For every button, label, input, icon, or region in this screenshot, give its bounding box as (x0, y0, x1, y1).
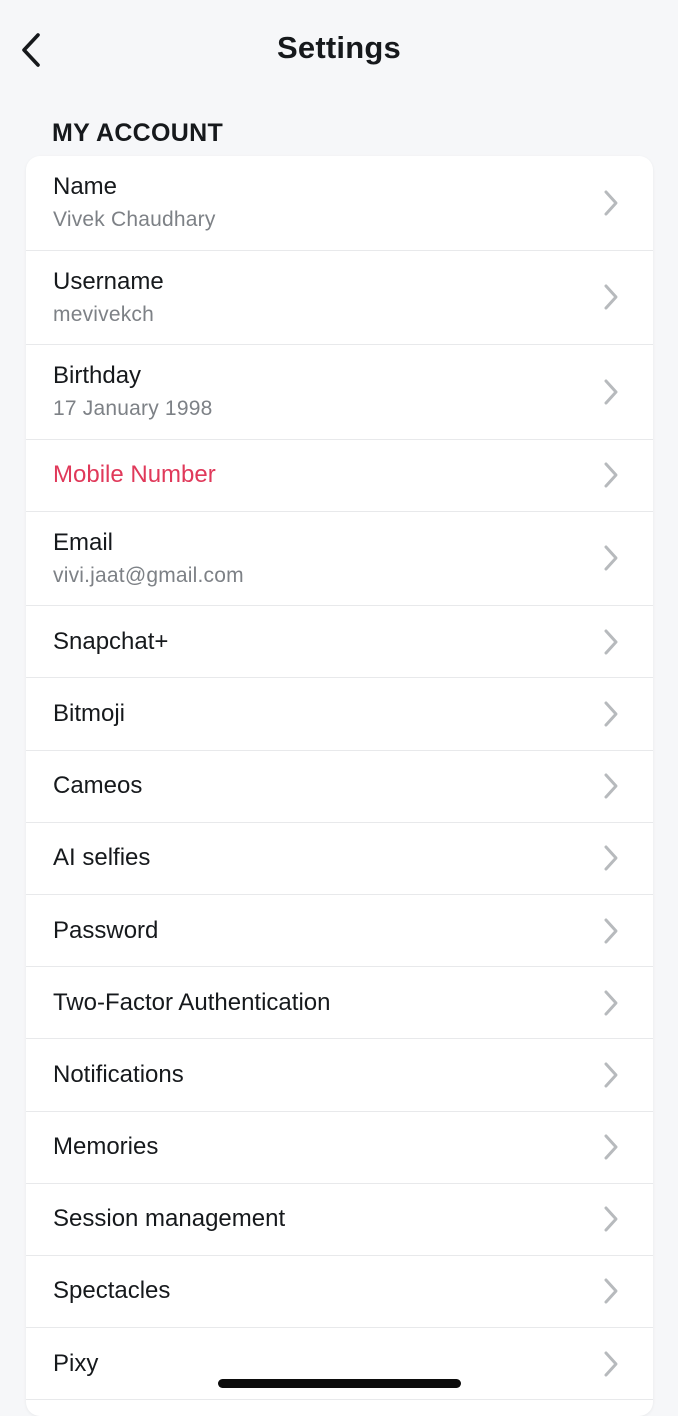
row-value: vivi.jaat@gmail.com (53, 563, 244, 587)
chevron-right-icon (604, 1062, 618, 1088)
header: Settings (0, 0, 678, 100)
chevron-right-icon (604, 629, 618, 655)
row-snapchat-plus[interactable]: Snapchat+ (26, 606, 653, 679)
row-label: Two-Factor Authentication (53, 988, 331, 1016)
row-spectacles[interactable]: Spectacles (26, 1256, 653, 1329)
chevron-right-icon (604, 1278, 618, 1304)
chevron-right-icon (604, 1206, 618, 1232)
row-two-factor-authentication[interactable]: Two-Factor Authentication (26, 967, 653, 1040)
chevron-right-icon (604, 379, 618, 405)
row-session-management[interactable]: Session management (26, 1184, 653, 1256)
chevron-right-icon (604, 701, 618, 727)
row-label: Spectacles (53, 1277, 171, 1305)
row-label: Name (53, 173, 118, 200)
row-label: Session management (53, 1205, 286, 1233)
chevron-right-icon (604, 1351, 618, 1377)
row-value: 17 January 1998 (53, 397, 213, 420)
chevron-right-icon (604, 990, 618, 1016)
row-label: Password (53, 916, 159, 944)
row-label: Birthday (53, 362, 142, 389)
row-label: Snapchat+ (53, 627, 169, 655)
row-cameos[interactable]: Cameos (26, 751, 653, 823)
chevron-right-icon (604, 284, 618, 310)
row-label: Bitmoji (53, 699, 126, 727)
row-username[interactable]: Username mevivekch (26, 251, 653, 345)
row-email[interactable]: Email vivi.jaat@gmail.com (26, 512, 653, 607)
home-indicator[interactable] (218, 1379, 461, 1388)
row-label: Mobile Number (53, 461, 216, 489)
row-label: Username (53, 267, 164, 295)
chevron-right-icon (604, 545, 618, 571)
row-password[interactable]: Password (26, 895, 653, 968)
page-title: Settings (277, 30, 401, 65)
row-mobile-number[interactable]: Mobile Number (26, 440, 653, 512)
row-bitmoji[interactable]: Bitmoji (26, 678, 653, 751)
row-memories[interactable]: Memories (26, 1112, 653, 1184)
row-label: Notifications (53, 1060, 184, 1088)
chevron-right-icon (604, 1134, 618, 1160)
row-name[interactable]: Name Vivek Chaudhary (26, 156, 653, 251)
row-pixy[interactable]: Pixy (26, 1328, 653, 1401)
chevron-right-icon (604, 190, 618, 216)
chevron-right-icon (604, 845, 618, 871)
row-value: Vivek Chaudhary (53, 208, 216, 231)
chevron-right-icon (604, 773, 618, 799)
row-notifications[interactable]: Notifications (26, 1039, 653, 1112)
settings-list: Name Vivek Chaudhary Username mevivekch … (26, 156, 653, 1416)
row-birthday[interactable]: Birthday 17 January 1998 (26, 345, 653, 440)
chevron-right-icon (604, 462, 618, 488)
row-label: Cameos (53, 772, 143, 800)
row-label: Pixy (53, 1349, 99, 1377)
chevron-right-icon (604, 918, 618, 944)
row-label: AI selfies (53, 844, 151, 872)
row-label: Memories (53, 1133, 159, 1161)
section-title-my-account: MY ACCOUNT (52, 119, 224, 147)
row-value: mevivekch (53, 302, 154, 326)
row-ai-selfies[interactable]: AI selfies (26, 823, 653, 895)
row-label: Email (53, 528, 114, 556)
